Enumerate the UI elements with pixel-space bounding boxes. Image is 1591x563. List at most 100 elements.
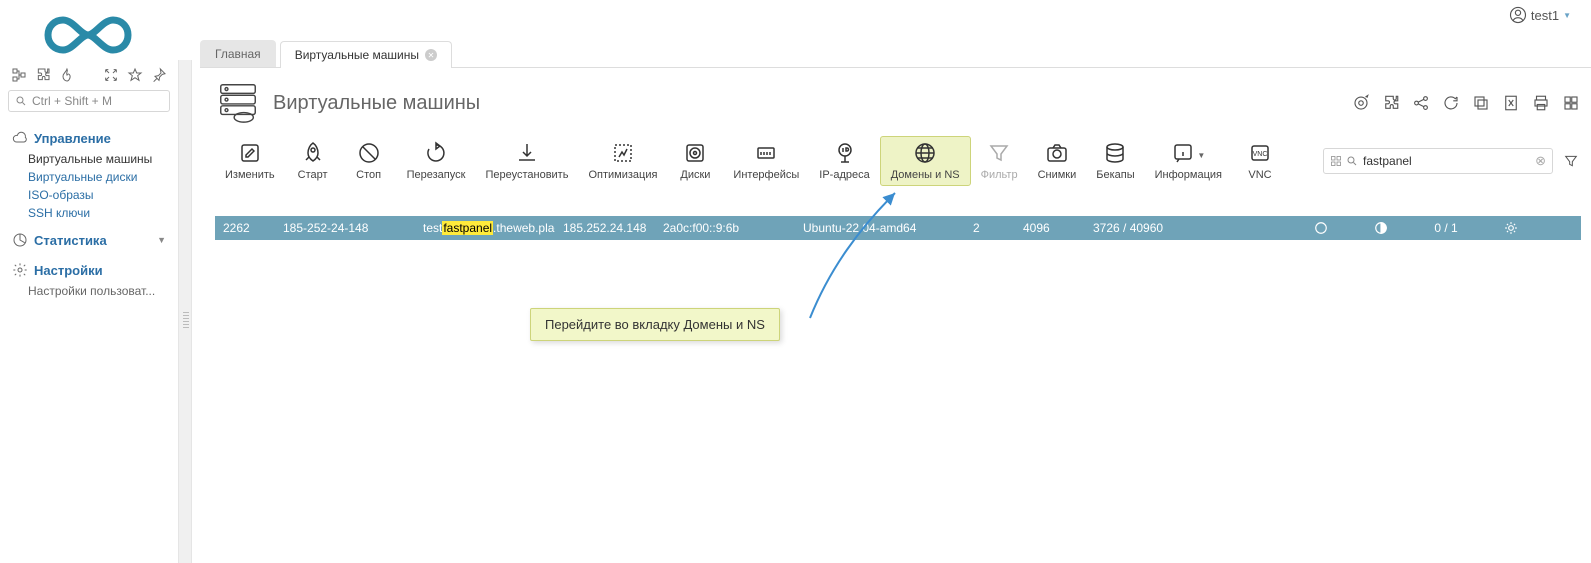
toolbar-label: Переустановить — [485, 169, 568, 181]
toolbar-label: Снимки — [1038, 169, 1077, 181]
sidebar-item-user-settings[interactable]: Настройки пользоват... — [28, 282, 170, 300]
chevron-down-icon: ▼ — [1197, 151, 1205, 160]
user-icon — [1509, 6, 1527, 24]
fire-icon[interactable] — [58, 66, 76, 84]
page-header: Виртуальные машины — [215, 78, 1581, 128]
toolbar: Изменить Старт Стоп Перезапуск Переустан… — [215, 132, 1581, 190]
search-icon — [15, 95, 27, 107]
cell-status-1 — [1291, 221, 1351, 235]
refresh-icon[interactable] — [1441, 93, 1461, 113]
cloud-icon — [12, 130, 28, 146]
sidebar-item-vms[interactable]: Виртуальные машины — [28, 150, 170, 168]
expand-icon[interactable] — [102, 66, 120, 84]
toolbar-label: Оптимизация — [588, 169, 657, 181]
cell-os: Ubuntu-22.04-amd64 — [795, 221, 965, 235]
table-row[interactable]: 2262 185-252-24-148 testfastpanel.theweb… — [215, 216, 1581, 240]
toolbar-ip[interactable]: IP-адреса — [809, 137, 879, 185]
print-icon[interactable] — [1531, 93, 1551, 113]
gear-icon — [12, 262, 28, 278]
filter-button[interactable] — [1561, 151, 1581, 171]
funnel-icon — [1563, 153, 1579, 169]
sidebar-search[interactable]: Ctrl + Shift + M — [8, 90, 170, 112]
sidebar-item-ssh[interactable]: SSH ключи — [28, 204, 170, 222]
camera-icon — [1045, 141, 1069, 165]
toolbar-interfaces[interactable]: Интерфейсы — [723, 137, 809, 185]
sidebar-item-iso[interactable]: ISO-образы — [28, 186, 170, 204]
copy-icon[interactable] — [1471, 93, 1491, 113]
toolbar-snapshots[interactable]: Снимки — [1028, 137, 1087, 185]
target-icon[interactable] — [1351, 93, 1371, 113]
cell-id: 2262 — [215, 221, 275, 235]
user-menu[interactable]: test1 ▼ — [1509, 6, 1571, 24]
toolbar-label: Стоп — [356, 169, 381, 181]
toolbar-backups[interactable]: Бекапы — [1086, 137, 1144, 185]
pin-icon[interactable] — [150, 66, 168, 84]
annotation-arrow — [770, 188, 910, 328]
toolbar-restart[interactable]: Перезапуск — [397, 137, 476, 185]
cell-count: 0 / 1 — [1411, 221, 1481, 235]
backup-icon — [1103, 141, 1127, 165]
toolbar-domains[interactable]: Домены и NS — [880, 136, 971, 186]
rocket-icon — [301, 141, 325, 165]
star-icon[interactable] — [126, 66, 144, 84]
ip-icon — [833, 141, 857, 165]
download-icon — [515, 141, 539, 165]
tab-close-icon[interactable]: ✕ — [425, 49, 437, 61]
sidebar-item-vdisks[interactable]: Виртуальные диски — [28, 168, 170, 186]
toolbar-start[interactable]: Старт — [285, 137, 341, 185]
sidebar-divider[interactable] — [178, 60, 192, 563]
toolbar-reinstall[interactable]: Переустановить — [475, 137, 578, 185]
circle-icon — [1314, 221, 1328, 235]
section-label: Управление — [34, 131, 111, 146]
puzzle-icon[interactable] — [1381, 93, 1401, 113]
sidebar-section-title-management[interactable]: Управление — [8, 126, 170, 150]
settings-icon[interactable] — [1561, 93, 1581, 113]
user-name: test1 — [1531, 8, 1559, 23]
sun-icon — [1504, 221, 1518, 235]
tab-label: Виртуальные машины — [295, 48, 419, 62]
toolbar-label: Изменить — [225, 169, 275, 181]
callout-text: Перейдите во вкладку Домены и NS — [545, 317, 765, 332]
vm-table: 2262 185-252-24-148 testfastpanel.theweb… — [215, 216, 1581, 240]
sidebar-section-title-settings[interactable]: Настройки — [8, 258, 170, 282]
cell-status-2 — [1351, 221, 1411, 235]
filter-icon — [987, 141, 1011, 165]
toolbar-optimize[interactable]: Оптимизация — [578, 137, 667, 185]
toolbar-label: Фильтр — [981, 169, 1018, 181]
share-icon[interactable] — [1411, 93, 1431, 113]
toolbar-label: Бекапы — [1096, 169, 1134, 181]
export-icon[interactable] — [1501, 93, 1521, 113]
clear-icon[interactable]: ⊗ — [1535, 153, 1546, 169]
globe-icon — [913, 141, 937, 165]
search-value: fastpanel — [1363, 154, 1535, 168]
svg-text:VNC: VNC — [1253, 151, 1268, 158]
toolbar-edit[interactable]: Изменить — [215, 137, 285, 185]
interfaces-icon — [754, 141, 778, 165]
grid-icon — [1330, 155, 1342, 167]
tab-main[interactable]: Главная — [200, 40, 276, 67]
toolbar-label: Старт — [298, 169, 328, 181]
sidebar: Ctrl + Shift + M Управление Виртуальные … — [0, 60, 178, 563]
cell-disk: 3726 / 40960 — [1085, 221, 1225, 235]
tab-vms[interactable]: Виртуальные машины ✕ — [280, 41, 452, 68]
cell-ram: 4096 — [1015, 221, 1085, 235]
tabs: Главная Виртуальные машины ✕ — [200, 40, 1591, 68]
toolbar-label: Информация — [1155, 169, 1222, 181]
section-label: Настройки — [34, 263, 103, 278]
toolbar-label: Перезапуск — [407, 169, 466, 181]
toolbar-stop[interactable]: Стоп — [341, 137, 397, 185]
cell-status-3 — [1481, 221, 1541, 235]
toolbar-vnc[interactable]: VNC VNC — [1232, 137, 1288, 185]
cell-cpu: 2 — [965, 221, 1015, 235]
sidebar-tools — [8, 66, 170, 84]
infinity-logo-icon — [28, 12, 148, 58]
puzzle-icon[interactable] — [34, 66, 52, 84]
toolbar-info[interactable]: ▼ Информация — [1145, 137, 1232, 185]
toolbar-filter[interactable]: Фильтр — [971, 137, 1028, 185]
tree-icon[interactable] — [10, 66, 28, 84]
info-icon — [1171, 141, 1195, 165]
toolbar-search[interactable]: fastpanel ⊗ — [1323, 148, 1553, 174]
toolbar-disks[interactable]: Диски — [667, 137, 723, 185]
sidebar-section-title-stats[interactable]: Статистика ▼ — [8, 228, 170, 252]
restart-icon — [424, 141, 448, 165]
